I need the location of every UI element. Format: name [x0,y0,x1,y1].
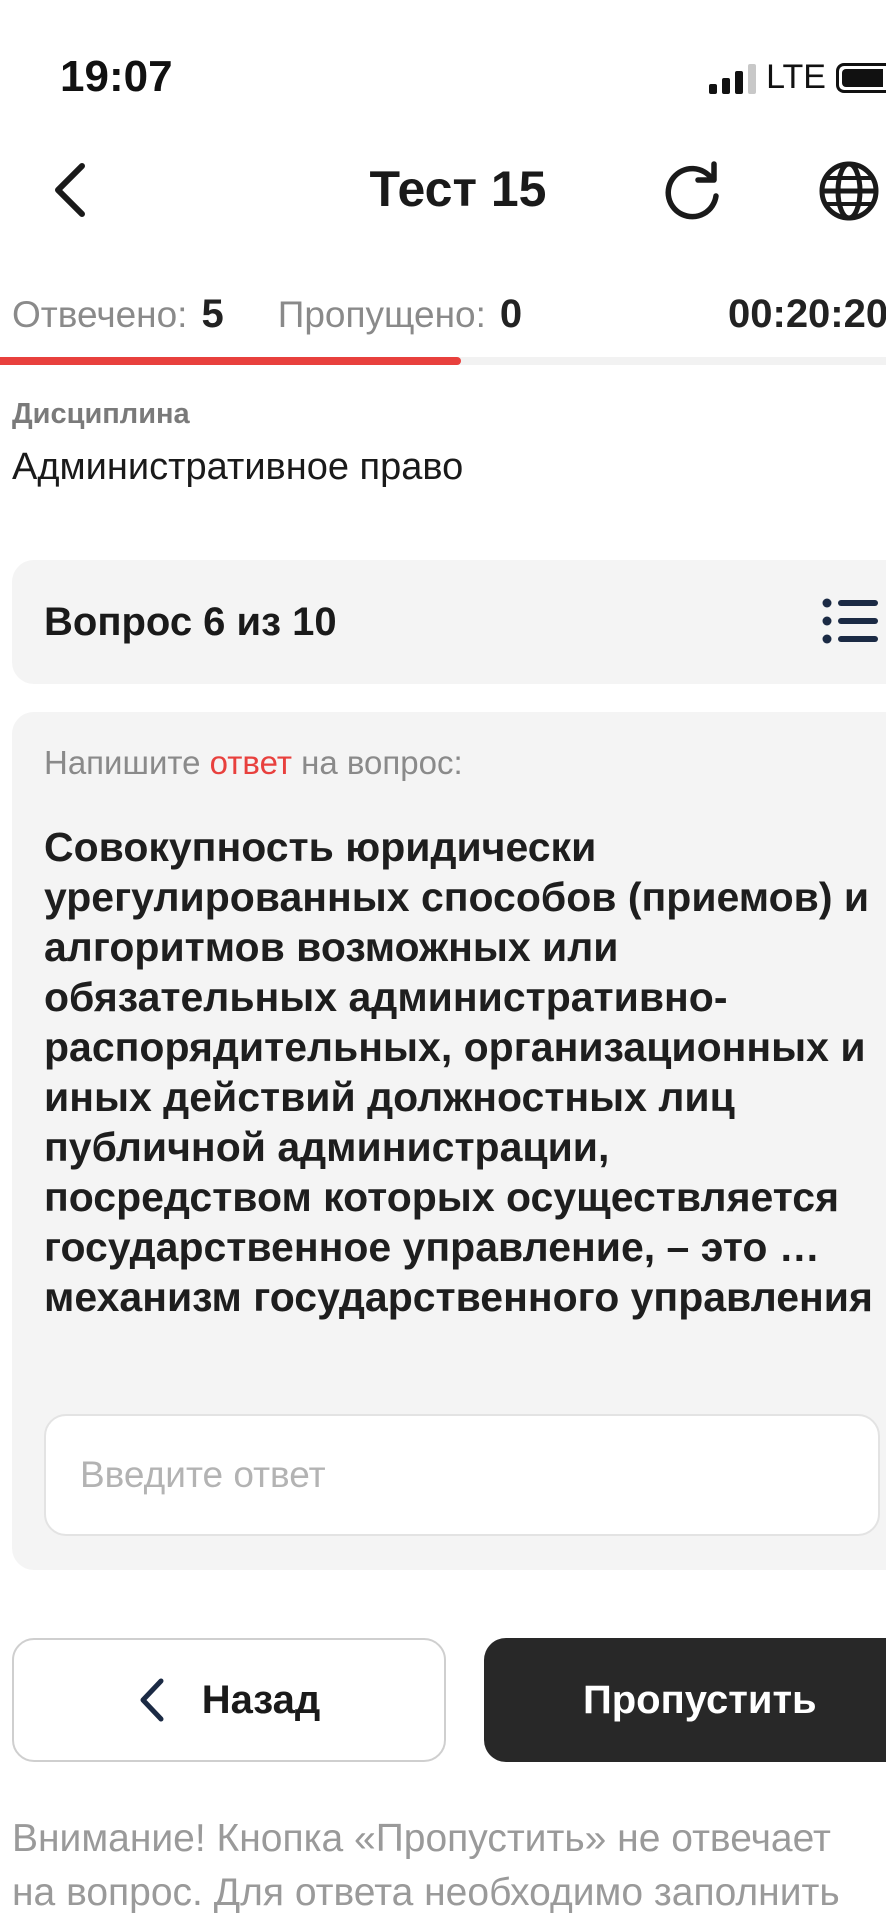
page-title-text: Тест 15 [369,161,547,217]
reload-icon[interactable] [660,158,726,224]
globe-icon[interactable] [816,158,882,224]
answer-stats: Отвечено: 5 Пропущено: 0 [12,292,522,337]
answer-input[interactable] [44,1414,880,1536]
progress-bar [0,357,886,365]
status-time: 19:07 [60,52,173,101]
answered-label: Отвечено: [12,294,188,335]
skipped-label: Пропущено: [277,294,486,335]
skip-button[interactable]: Пропустить [484,1638,886,1762]
skipped-count: 0 [499,292,523,336]
discipline-value: Административное право [12,446,464,488]
instruction-suffix: на вопрос: [301,744,463,781]
question-list-icon[interactable] [822,598,878,644]
skip-button-label: Пропустить [583,1678,817,1722]
test-timer: 00:20:20 [728,292,886,336]
back-button-label: Назад [201,1677,321,1722]
network-type: LTE [766,58,826,96]
warning-line-1: Внимание! Кнопка «Пропустить» не отвечае… [12,1817,831,1860]
discipline-label: Дисциплина [12,398,190,430]
chevron-left-icon [140,1678,164,1722]
back-button[interactable]: Назад [12,1638,446,1762]
battery-icon [836,62,886,93]
instruction-prefix: Напишите [44,744,201,781]
signal-icon [709,62,757,94]
page-title: Тест 15 [0,160,886,218]
question-counter: Вопрос 6 из 10 [44,600,337,644]
skip-warning: Внимание! Кнопка «Пропустить» не отвечае… [12,1812,886,1920]
warning-line-2: на вопрос. Для ответа необходимо заполни… [12,1871,840,1914]
question-text: Совокупность юридически урегулированных … [44,824,873,1320]
answered-count: 5 [201,292,224,336]
status-indicators: LTE [709,58,886,97]
instruction-accent: ответ [209,744,292,781]
progress-bar-fill [0,357,461,365]
answer-instruction: Напишите ответ на вопрос: [44,744,463,782]
